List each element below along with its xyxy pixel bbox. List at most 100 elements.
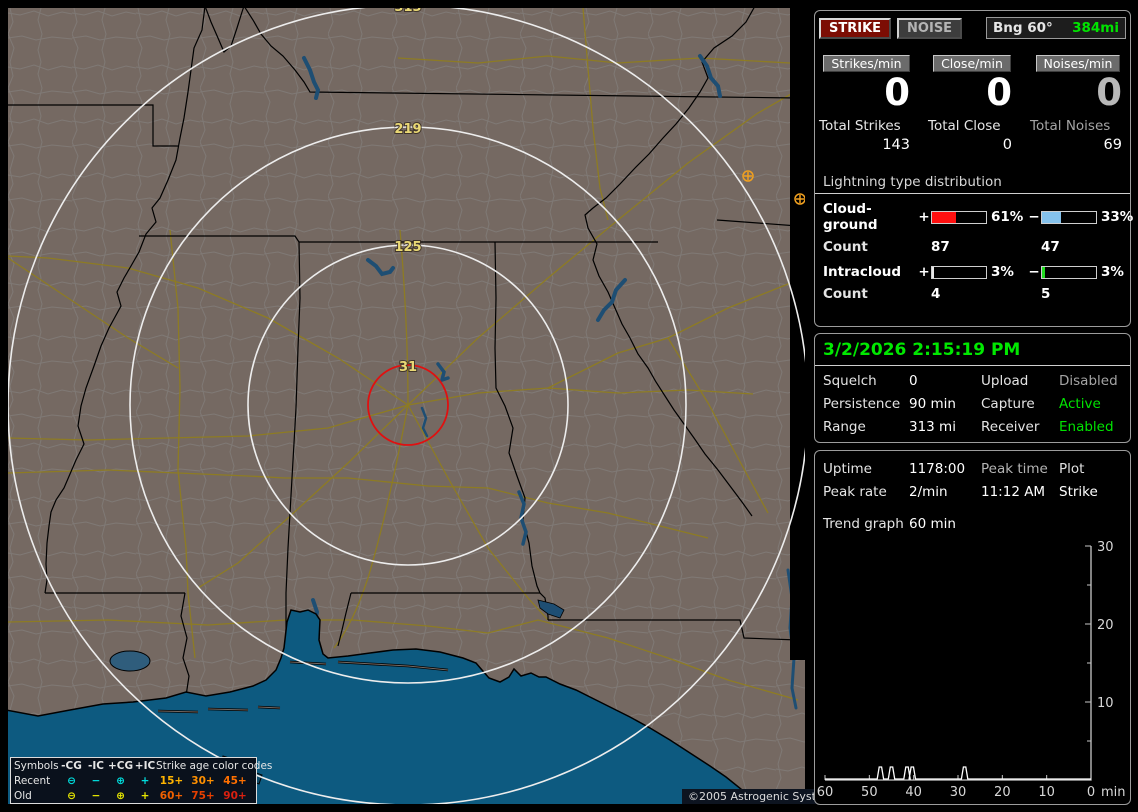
radar-map[interactable]: 31 125 219 313 — [8, 8, 805, 804]
svg-text:min: min — [1101, 785, 1126, 800]
svg-text:0: 0 — [1087, 785, 1095, 800]
ic-minus-bar — [1041, 265, 1097, 279]
legend-col-pcg: +CG — [107, 760, 134, 772]
strikes-per-min-button[interactable]: Strikes/min — [823, 55, 910, 72]
ic-plus-bar — [931, 265, 987, 279]
ring-label-313: 313 — [394, 8, 421, 15]
cg-plus-count: 87 — [931, 239, 950, 255]
total-strikes-label: Total Strikes — [819, 118, 901, 134]
trend-graph-label: Trend graph — [823, 516, 904, 532]
intracloud-count-row: Count 4 5 — [815, 286, 1130, 302]
cloud-ground-label: Cloud-ground — [823, 201, 878, 233]
status-row-persistence: Persistence 90 min Capture Active — [815, 396, 1130, 412]
lake-pontchartrain — [109, 650, 151, 672]
total-strikes-value: 143 — [882, 137, 910, 153]
plus-sign: + — [918, 209, 930, 225]
svg-text:60: 60 — [817, 785, 833, 800]
svg-text:40: 40 — [905, 785, 922, 800]
legend-col-ncg: -CG — [61, 760, 82, 772]
status-panel: 3/2/2026 2:15:19 PM Squelch 0 Upload Dis… — [814, 333, 1131, 443]
strike-mode-button[interactable]: STRIKE — [819, 17, 892, 39]
noise-mode-button[interactable]: NOISE — [897, 17, 963, 39]
svg-text:10: 10 — [1038, 785, 1055, 800]
map-legend: Symbols -CG -IC +CG +IC Strike age color… — [10, 757, 272, 804]
total-noises-label: Total Noises — [1030, 118, 1111, 134]
noises-rate-value: 0 — [1096, 71, 1122, 114]
age-30: 30+ — [191, 775, 215, 787]
cg-minus-pct: 33% — [1101, 209, 1134, 225]
ring-label-31: 31 — [399, 360, 417, 375]
intracloud-label: Intracloud — [823, 264, 902, 280]
strike-marker-icon — [742, 170, 754, 182]
svg-text:10: 10 — [1097, 696, 1114, 711]
ring-label-125: 125 — [394, 240, 421, 255]
trend-graph-row: Trend graph 60 min — [815, 516, 1130, 532]
bearing-label: Bng 60° — [993, 20, 1053, 36]
cg-plus-bar — [931, 210, 987, 224]
trend-graph-window: 60 min — [909, 516, 956, 532]
plus-cg-icon: ⊕ — [116, 775, 125, 787]
total-close-label: Total Close — [928, 118, 1001, 134]
minus-cg-old-icon: ⊖ — [67, 790, 76, 802]
svg-text:30: 30 — [1097, 540, 1114, 555]
ic-minus-pct: 3% — [1101, 264, 1124, 280]
upload-status: Disabled — [1059, 373, 1118, 389]
current-datetime: 3/2/2026 2:15:19 PM — [815, 334, 1130, 366]
trend-panel: Uptime 1178:00 Peak time Plot Peak rate … — [814, 450, 1131, 805]
age-60: 60+ — [159, 790, 184, 802]
strike-trend-chart: 60 50 40 30 20 10 0 min 10 20 30 — [817, 540, 1126, 800]
strike-marker-icon — [794, 193, 805, 205]
distribution-title: Lightning type distribution — [815, 174, 1130, 194]
ic-plus-pct: 3% — [991, 264, 1014, 280]
map-edge-strip — [790, 8, 805, 660]
cloud-ground-count-row: Count 87 47 — [815, 239, 1130, 255]
svg-text:20: 20 — [994, 785, 1011, 800]
minus-cg-icon: ⊖ — [67, 775, 76, 787]
legend-row-recent: Recent — [14, 775, 51, 787]
svg-text:30: 30 — [950, 785, 967, 800]
plus-ic-icon: + — [140, 775, 150, 787]
close-per-min-button[interactable]: Close/min — [933, 55, 1011, 72]
noises-column: Noises/min 0 Total Noises 69 — [1030, 55, 1126, 153]
minus-ic-old-icon: − — [91, 790, 101, 802]
cg-minus-count: 47 — [1041, 239, 1060, 255]
strikes-rate-value: 0 — [884, 71, 910, 114]
bearing-readout: Bng 60° 384mi — [986, 17, 1126, 39]
app-window: 31 125 219 313 Symbols -CG -IC +CG +IC Stri… — [0, 0, 1138, 812]
ic-minus-count: 5 — [1041, 286, 1051, 302]
svg-text:20: 20 — [1097, 618, 1114, 633]
close-column: Close/min 0 Total Close 0 — [928, 55, 1016, 153]
legend-col-pic: +IC — [134, 760, 156, 772]
status-row-range: Range 313 mi Receiver Enabled — [815, 419, 1130, 435]
minus-ic-icon: − — [91, 775, 101, 787]
age-75: 75+ — [191, 790, 215, 802]
bearing-range-value: 384mi — [1072, 20, 1119, 36]
plus-sign: + — [918, 264, 930, 280]
ic-plus-count: 4 — [931, 286, 941, 302]
minus-sign: − — [1028, 264, 1040, 280]
minus-sign: − — [1028, 209, 1040, 225]
noises-per-min-button[interactable]: Noises/min — [1035, 55, 1121, 72]
capture-status: Active — [1059, 396, 1101, 412]
svg-text:50: 50 — [861, 785, 878, 800]
status-row-squelch: Squelch 0 Upload Disabled — [815, 373, 1130, 389]
close-rate-value: 0 — [986, 71, 1012, 114]
info-row-peak-rate: Peak rate 2/min 11:12 AM Strike — [823, 484, 1098, 500]
info-row-uptime: Uptime 1178:00 Peak time Plot — [823, 461, 1085, 477]
cg-plus-pct: 61% — [991, 209, 1024, 225]
cg-count-label: Count — [823, 239, 868, 255]
total-close-value: 0 — [1002, 137, 1012, 153]
ring-label-219: 219 — [394, 122, 421, 137]
age-15: 15+ — [159, 775, 184, 787]
intracloud-row: Intracloud + 3% − 3% — [815, 264, 1130, 280]
plus-cg-old-icon: ⊕ — [116, 790, 125, 802]
legend-col-nic: -IC — [88, 760, 104, 772]
plus-ic-old-icon: + — [140, 790, 150, 802]
legend-row-old: Old — [14, 790, 32, 802]
cg-minus-bar — [1041, 210, 1097, 224]
ic-count-label: Count — [823, 286, 868, 302]
cloud-ground-row: Cloud-ground + 61% − 33% — [815, 201, 1134, 233]
receiver-status: Enabled — [1059, 419, 1114, 435]
age-90: 90+ — [223, 790, 247, 802]
strikes-column: Strikes/min 0 Total Strikes 143 — [819, 55, 914, 153]
